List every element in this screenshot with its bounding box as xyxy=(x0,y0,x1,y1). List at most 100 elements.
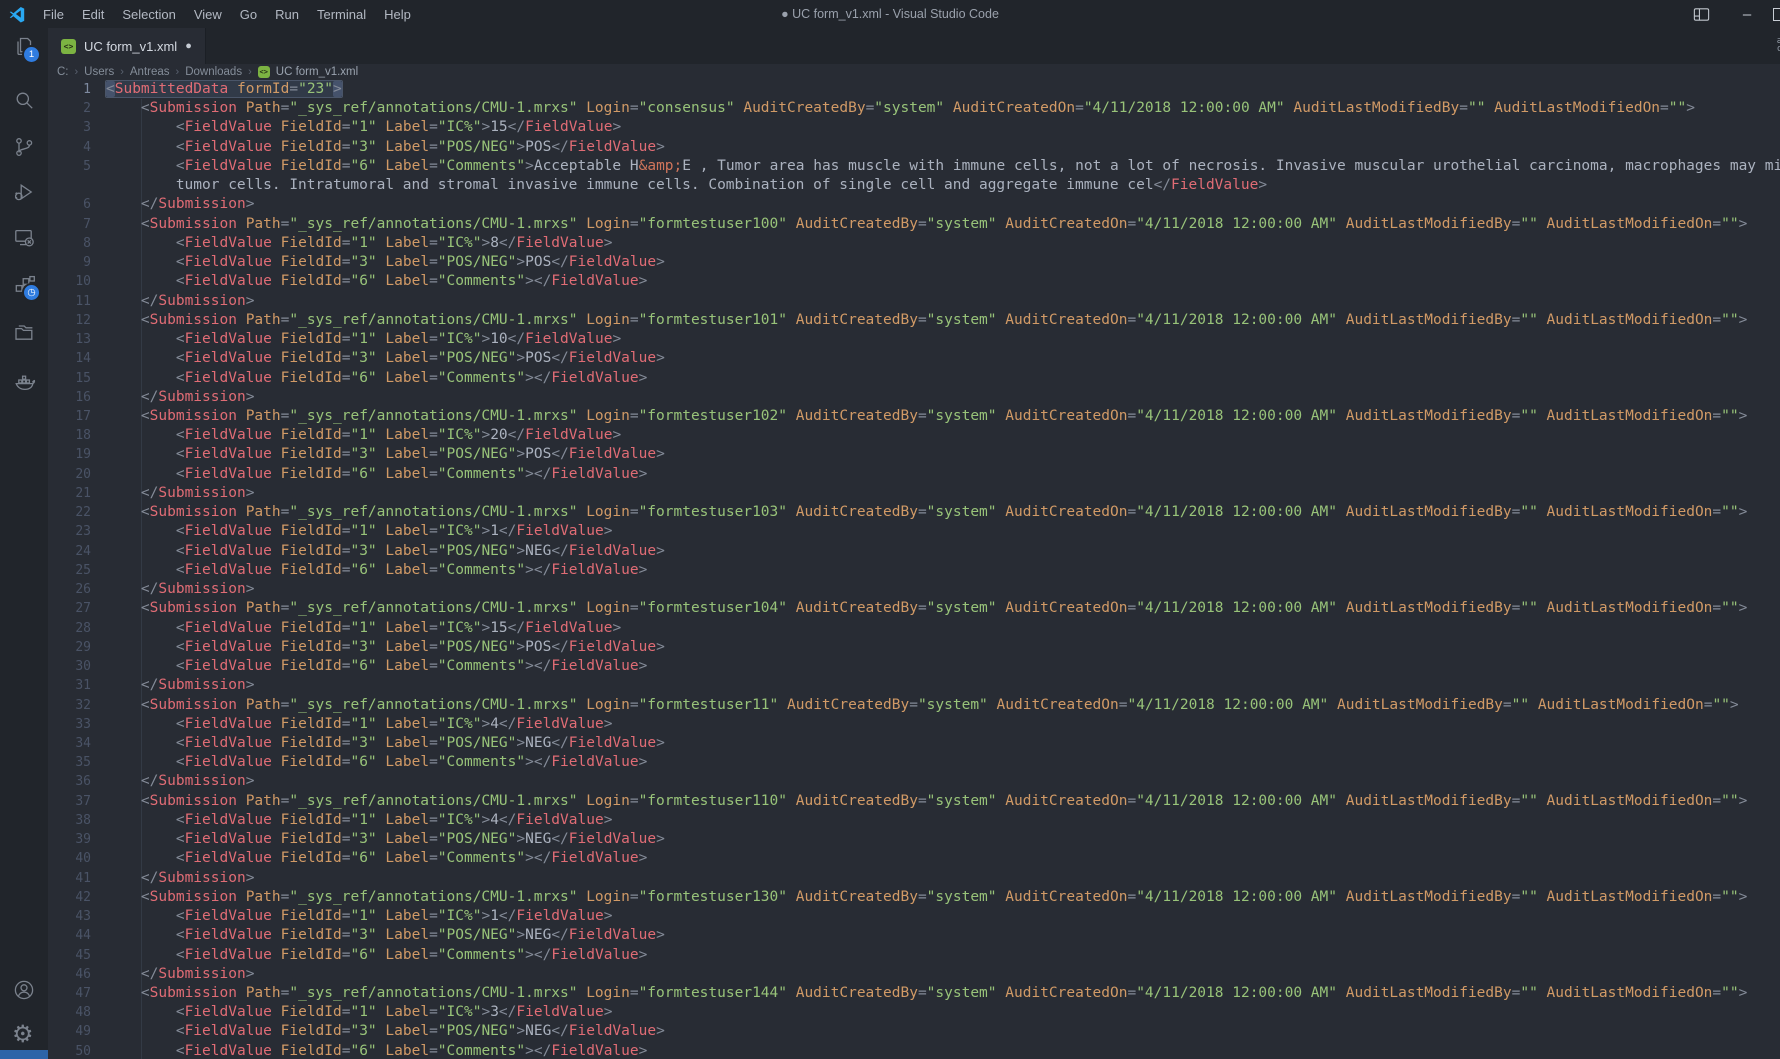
menu-item-help[interactable]: Help xyxy=(375,4,420,25)
editor-code[interactable]: 1<SubmittedData formId="23">2 <Submissio… xyxy=(48,80,1780,1059)
line-number[interactable]: 19 xyxy=(48,445,91,464)
line-number[interactable]: 20 xyxy=(48,465,91,484)
line-number[interactable]: 18 xyxy=(48,426,91,445)
line-number[interactable]: 31 xyxy=(48,676,91,695)
code-line[interactable]: 19 <FieldValue FieldId="3" Label="POS/NE… xyxy=(48,445,1780,464)
explorer-icon[interactable]: 1 xyxy=(12,35,36,59)
line-number[interactable]: 2 xyxy=(48,99,91,118)
breadcrumb-item[interactable]: Downloads xyxy=(185,66,242,78)
line-number[interactable] xyxy=(48,176,91,195)
line-number[interactable]: 26 xyxy=(48,580,91,599)
project-folder-icon[interactable] xyxy=(12,321,36,345)
code-line[interactable]: 11 </Submission> xyxy=(48,292,1780,311)
code-line[interactable]: 31 </Submission> xyxy=(48,676,1780,695)
line-number[interactable]: 50 xyxy=(48,1042,91,1059)
line-number[interactable]: 41 xyxy=(48,869,91,888)
breadcrumb-item[interactable]: Antreas xyxy=(130,66,170,78)
code-line[interactable]: 6 </Submission> xyxy=(48,195,1780,214)
line-number[interactable]: 16 xyxy=(48,388,91,407)
line-number[interactable]: 32 xyxy=(48,696,91,715)
code-line[interactable]: 30 <FieldValue FieldId="6" Label="Commen… xyxy=(48,657,1780,676)
line-number[interactable]: 14 xyxy=(48,349,91,368)
code-line[interactable]: 10 <FieldValue FieldId="6" Label="Commen… xyxy=(48,272,1780,291)
breadcrumb-item[interactable]: Users xyxy=(84,66,114,78)
code-line[interactable]: 20 <FieldValue FieldId="6" Label="Commen… xyxy=(48,465,1780,484)
remote-explorer-icon[interactable] xyxy=(12,226,36,250)
line-number[interactable]: 4 xyxy=(48,138,91,157)
code-line[interactable]: 43 <FieldValue FieldId="1" Label="IC%">1… xyxy=(48,907,1780,926)
docker-icon[interactable] xyxy=(12,371,36,395)
remote-status-indicator[interactable] xyxy=(0,1050,48,1059)
search-icon[interactable] xyxy=(12,88,36,112)
code-line[interactable]: 40 <FieldValue FieldId="6" Label="Commen… xyxy=(48,849,1780,868)
line-number[interactable]: 25 xyxy=(48,561,91,580)
code-line[interactable]: 2 <Submission Path="_sys_ref/annotations… xyxy=(48,99,1780,118)
code-line[interactable]: 1<SubmittedData formId="23"> xyxy=(48,80,1780,99)
menu-item-run[interactable]: Run xyxy=(266,4,308,25)
line-number[interactable]: 46 xyxy=(48,965,91,984)
accounts-icon[interactable] xyxy=(12,978,36,1002)
line-number[interactable]: 13 xyxy=(48,330,91,349)
code-line[interactable]: 26 </Submission> xyxy=(48,580,1780,599)
line-number[interactable]: 42 xyxy=(48,888,91,907)
menu-item-terminal[interactable]: Terminal xyxy=(308,4,375,25)
code-line[interactable]: 7 <Submission Path="_sys_ref/annotations… xyxy=(48,215,1780,234)
code-line[interactable]: 16 </Submission> xyxy=(48,388,1780,407)
line-number[interactable]: 22 xyxy=(48,503,91,522)
maximize-button[interactable] xyxy=(1770,0,1780,28)
extensions-icon[interactable]: ◷ xyxy=(12,273,36,297)
line-number[interactable]: 43 xyxy=(48,907,91,926)
code-line[interactable]: 13 <FieldValue FieldId="1" Label="IC%">1… xyxy=(48,330,1780,349)
code-line[interactable]: 14 <FieldValue FieldId="3" Label="POS/NE… xyxy=(48,349,1780,368)
line-number[interactable]: 39 xyxy=(48,830,91,849)
line-number[interactable]: 10 xyxy=(48,272,91,291)
line-number[interactable]: 36 xyxy=(48,772,91,791)
code-line[interactable]: 23 <FieldValue FieldId="1" Label="IC%">1… xyxy=(48,522,1780,541)
code-line[interactable]: 32 <Submission Path="_sys_ref/annotation… xyxy=(48,696,1780,715)
code-line[interactable]: 28 <FieldValue FieldId="1" Label="IC%">1… xyxy=(48,619,1780,638)
line-number[interactable]: 45 xyxy=(48,946,91,965)
line-number[interactable]: 1 xyxy=(48,80,91,99)
layout-icon[interactable] xyxy=(1678,0,1724,28)
line-number[interactable]: 3 xyxy=(48,118,91,137)
line-number[interactable]: 23 xyxy=(48,522,91,541)
line-number[interactable]: 44 xyxy=(48,926,91,945)
line-number[interactable]: 17 xyxy=(48,407,91,426)
line-number[interactable]: 12 xyxy=(48,311,91,330)
menu-item-view[interactable]: View xyxy=(185,4,231,25)
line-number[interactable]: 21 xyxy=(48,484,91,503)
code-line-wrap[interactable]: tumor cells. Intratumoral and stromal in… xyxy=(48,176,1780,195)
breadcrumb-file[interactable]: UC form_v1.xml xyxy=(276,66,358,78)
line-number[interactable]: 47 xyxy=(48,984,91,1003)
run-debug-icon[interactable] xyxy=(12,180,36,204)
source-control-icon[interactable] xyxy=(12,135,36,159)
code-line[interactable]: 34 <FieldValue FieldId="3" Label="POS/NE… xyxy=(48,734,1780,753)
line-number[interactable]: 29 xyxy=(48,638,91,657)
tab-uc-form-xml[interactable]: <> UC form_v1.xml ● xyxy=(48,28,206,64)
code-line[interactable]: 8 <FieldValue FieldId="1" Label="IC%">8<… xyxy=(48,234,1780,253)
line-number[interactable]: 30 xyxy=(48,657,91,676)
line-number[interactable]: 8 xyxy=(48,234,91,253)
menu-item-go[interactable]: Go xyxy=(231,4,266,25)
code-line[interactable]: 42 <Submission Path="_sys_ref/annotation… xyxy=(48,888,1780,907)
code-line[interactable]: 24 <FieldValue FieldId="3" Label="POS/NE… xyxy=(48,542,1780,561)
code-line[interactable]: 49 <FieldValue FieldId="3" Label="POS/NE… xyxy=(48,1022,1780,1041)
code-line[interactable]: 25 <FieldValue FieldId="6" Label="Commen… xyxy=(48,561,1780,580)
code-line[interactable]: 35 <FieldValue FieldId="6" Label="Commen… xyxy=(48,753,1780,772)
line-number[interactable]: 9 xyxy=(48,253,91,272)
code-line[interactable]: 36 </Submission> xyxy=(48,772,1780,791)
line-number[interactable]: 6 xyxy=(48,195,91,214)
line-number[interactable]: 40 xyxy=(48,849,91,868)
line-number[interactable]: 5 xyxy=(48,157,91,176)
code-line[interactable]: 18 <FieldValue FieldId="1" Label="IC%">2… xyxy=(48,426,1780,445)
code-line[interactable]: 39 <FieldValue FieldId="3" Label="POS/NE… xyxy=(48,830,1780,849)
line-number[interactable]: 38 xyxy=(48,811,91,830)
code-line[interactable]: 46 </Submission> xyxy=(48,965,1780,984)
line-number[interactable]: 11 xyxy=(48,292,91,311)
menu-item-selection[interactable]: Selection xyxy=(113,4,184,25)
line-number[interactable]: 35 xyxy=(48,753,91,772)
code-line[interactable]: 27 <Submission Path="_sys_ref/annotation… xyxy=(48,599,1780,618)
code-line[interactable]: 29 <FieldValue FieldId="3" Label="POS/NE… xyxy=(48,638,1780,657)
code-line[interactable]: 48 <FieldValue FieldId="1" Label="IC%">3… xyxy=(48,1003,1780,1022)
line-number[interactable]: 24 xyxy=(48,542,91,561)
